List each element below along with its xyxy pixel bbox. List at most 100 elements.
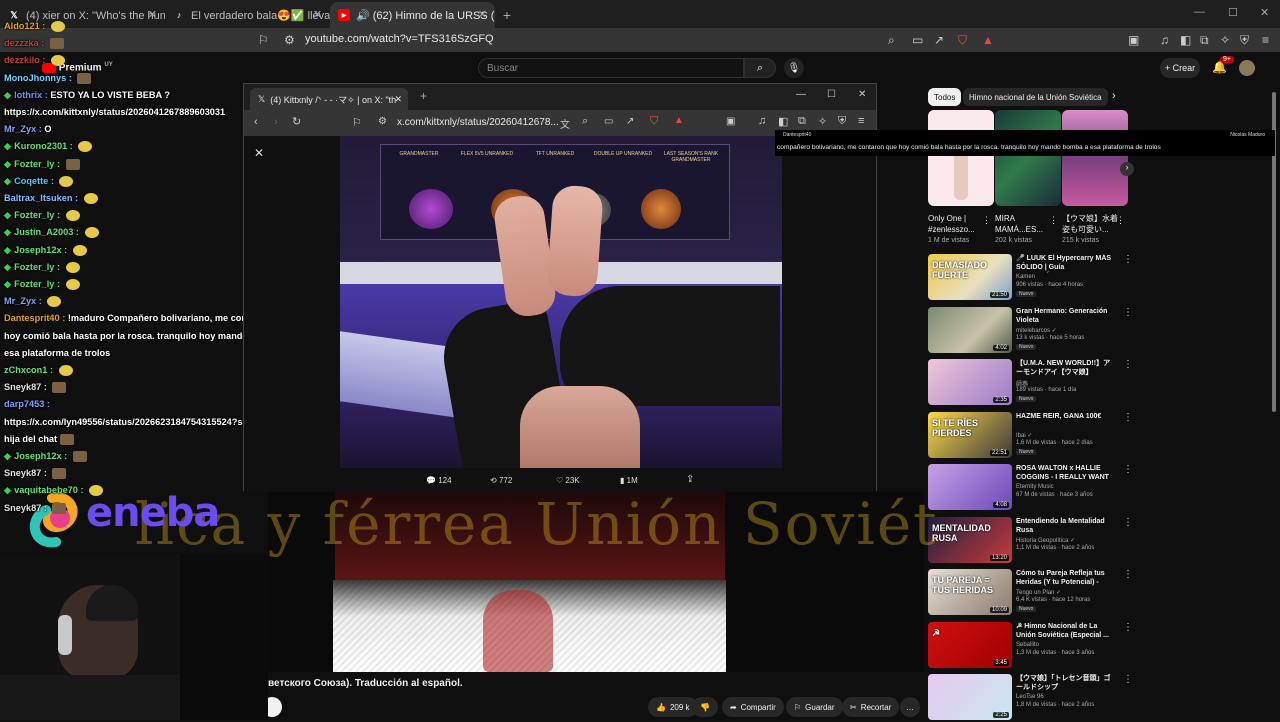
more-options-icon[interactable]: ⋮	[1123, 622, 1133, 633]
recommended-video[interactable]: MENTALIDAD RUSA 13:20 Entendiendo la Menta…	[928, 516, 1268, 565]
recommended-video[interactable]: SI TE RÍES PIERDES 22:51 HAZME REIR, GANA …	[928, 411, 1268, 460]
maximize-icon[interactable]: ☐	[827, 89, 836, 100]
more-options-icon[interactable]: ⋮	[1123, 517, 1133, 528]
forward-icon[interactable]: ›	[274, 116, 278, 128]
clip-button[interactable]: ✂ Recortar	[842, 697, 900, 717]
search-button[interactable]: ⌕	[744, 58, 776, 78]
share-icon[interactable]: ↗	[626, 116, 634, 127]
channel-name[interactable]: LeoTse 96	[1016, 694, 1044, 700]
reload-icon[interactable]: ↻	[292, 115, 301, 128]
extensions-icon[interactable]: ⧉	[798, 115, 806, 128]
short-title-1[interactable]: Only One | #zenlesszo...	[928, 213, 984, 235]
short-title-2[interactable]: MIRA MAMÁ...ES...	[995, 213, 1051, 235]
voice-search-button[interactable]: 🎙	[784, 58, 804, 78]
reply-button[interactable]: 💬 124	[426, 476, 452, 485]
recommended-video[interactable]: 4:08 ROSA WALTON x HALLIE COGGINS - I REA…	[928, 464, 1268, 512]
tab-youtube-active[interactable]: ▶ 🔊 (62) Himno de la URSS (Гимн ✕	[330, 2, 495, 28]
more-options-icon[interactable]: ⋮	[1116, 215, 1125, 226]
shorts-next-icon[interactable]: ›	[1120, 162, 1134, 176]
chat-username[interactable]: dezzzka :	[4, 38, 44, 48]
video-title[interactable]: HAZME REIR, GANA 100€	[1016, 412, 1116, 421]
save-button[interactable]: ⚐ Guardar	[786, 697, 843, 717]
chat-username[interactable]: Mr_Zyx :	[4, 296, 42, 306]
short-thumb-1[interactable]	[928, 110, 994, 206]
more-options-icon[interactable]: ⋮	[1123, 412, 1133, 423]
menu-icon[interactable]: ≡	[858, 115, 864, 127]
channel-name[interactable]: Ibai ✓	[1016, 432, 1032, 439]
new-tab-button[interactable]: +	[495, 2, 519, 28]
chat-username[interactable]: dezzkilo :	[4, 55, 45, 65]
share-icon[interactable]: ⇪	[686, 474, 694, 485]
channel-name[interactable]: Historia Geopolítica ✓	[1016, 537, 1075, 544]
channel-name[interactable]: Eternity Music	[1016, 484, 1054, 490]
like-post-button[interactable]: ♡ 23K	[556, 476, 580, 485]
video-title[interactable]: 【U.M.A. NEW WORLD!!】アーモンドアイ【ウマ娘】	[1016, 359, 1116, 377]
recommended-video[interactable]: 2:25 【ウマ娘】「トレセン音頭」ゴールドシップ LeoTse 96 1,8 M d…	[928, 674, 1268, 722]
cast-icon[interactable]: ▭	[912, 33, 923, 47]
video-thumbnail[interactable]: 4:02	[928, 306, 1012, 353]
chat-username[interactable]: vaquitabebe70 :	[14, 485, 83, 495]
video-thumbnail[interactable]: 2:25	[928, 674, 1012, 720]
chat-username[interactable]: Sneyk87 :	[4, 468, 47, 478]
new-tab-button[interactable]: +	[420, 89, 427, 103]
more-options-icon[interactable]: ⋮	[1123, 569, 1133, 580]
recommended-video[interactable]: DEMASIADO FUERTE 21:50 🎤 LUUK El Hypercarr…	[928, 254, 1268, 302]
close-icon[interactable]: ✕	[478, 8, 487, 21]
create-button[interactable]: + Crear	[1160, 58, 1200, 78]
more-options-icon[interactable]: ⋮	[982, 215, 991, 226]
site-info-icon[interactable]: ⚙	[284, 33, 295, 47]
inner-tab-x[interactable]: 𝕏 (4) Kittxnly /ᐠ - - ·マ✧ | on X: "th ✕	[250, 88, 408, 110]
chat-username[interactable]: Baltrax_Itsuken :	[4, 193, 78, 203]
zoom-icon[interactable]: ⌕	[582, 115, 588, 128]
video-title[interactable]: Cómo tu Pareja Refleja tus Heridas (Y tu…	[1016, 569, 1116, 588]
chat-username[interactable]: Fozter_ly :	[14, 159, 60, 169]
chat-username[interactable]: Aldo121 :	[4, 21, 45, 31]
more-options-icon[interactable]: ⋮	[1123, 254, 1133, 265]
dislike-button[interactable]: 👎	[692, 697, 718, 717]
back-icon[interactable]: ‹	[254, 116, 258, 128]
post-photo[interactable]: GRANDMASTER FLEX 5V5 UNRANKED TFT UNRANKED…	[340, 136, 782, 468]
short-title-3[interactable]: 【ウマ娘】水着姿も可愛い...	[1062, 213, 1118, 235]
video-thumbnail[interactable]: 2:35	[928, 359, 1012, 405]
chat-username[interactable]: Mr_Zyx :	[4, 124, 42, 134]
cast-icon[interactable]: ▭	[604, 116, 613, 127]
video-title[interactable]: 【ウマ娘】「トレセン音頭」ゴールドシップ	[1016, 674, 1116, 692]
url-field[interactable]: youtube.com/watch?v=TFS316SzGFQ	[305, 33, 494, 45]
chat-username[interactable]: zChxcon1 :	[4, 365, 53, 375]
chat-username[interactable]: Fozter_ly :	[14, 210, 60, 220]
sidebar-icon[interactable]: ◧	[1180, 33, 1191, 47]
more-options-icon[interactable]: ⋮	[1123, 359, 1133, 370]
wallet-icon[interactable]: ▣	[726, 116, 735, 127]
channel-name[interactable]: Tengo un Plan ✓	[1016, 589, 1061, 596]
share-icon[interactable]: ↗	[934, 33, 944, 47]
search-input[interactable]: Buscar	[478, 58, 744, 78]
chat-username[interactable]: Coqette :	[14, 176, 54, 186]
chat-username[interactable]: Joseph12x :	[14, 451, 67, 461]
like-button[interactable]: 👍 209 k	[648, 697, 698, 717]
views-button[interactable]: ▮ 1M	[620, 476, 638, 485]
chat-username[interactable]: Justin_A2003 :	[14, 227, 79, 237]
music-icon[interactable]: ♫	[1160, 33, 1169, 47]
video-title[interactable]: 🎤 LUUK El Hypercarry MÁS SÓLIDO | Guía S…	[1016, 254, 1116, 273]
video-thumbnail[interactable]: DEMASIADO FUERTE 21:50	[928, 254, 1012, 300]
brave-rewards-icon[interactable]: ▲	[674, 115, 684, 126]
video-title[interactable]: Gran Hermano: Generación Violeta	[1016, 307, 1116, 325]
short-thumb-3[interactable]	[1062, 110, 1128, 206]
video-thumbnail[interactable]: 4:08	[928, 464, 1012, 510]
chat-username[interactable]: darp7453 :	[4, 399, 50, 409]
short-thumb-2[interactable]	[995, 110, 1061, 206]
maximize-icon[interactable]: ☐	[1228, 6, 1238, 19]
close-window-icon[interactable]: ✕	[858, 89, 866, 100]
vpn-icon[interactable]: ⛨	[1240, 33, 1249, 48]
chat-username[interactable]: Fozter_ly :	[14, 262, 60, 272]
chip-todos[interactable]: Todos	[928, 88, 962, 106]
music-icon[interactable]: ♫	[758, 115, 766, 127]
menu-icon[interactable]: ≡	[1262, 33, 1269, 47]
chat-username[interactable]: MonoJhonnys :	[4, 73, 72, 83]
video-thumbnail[interactable]: ☭ 3:45	[928, 621, 1012, 668]
recommended-video[interactable]: 4:02 Gran Hermano: Generación Violeta mite…	[928, 306, 1268, 355]
search-icon[interactable]: ⌕	[888, 33, 895, 48]
repost-button[interactable]: ⟲ 772	[490, 476, 512, 485]
close-icon[interactable]: ✕	[254, 146, 264, 160]
wallet-icon[interactable]: ▣	[1128, 33, 1139, 47]
